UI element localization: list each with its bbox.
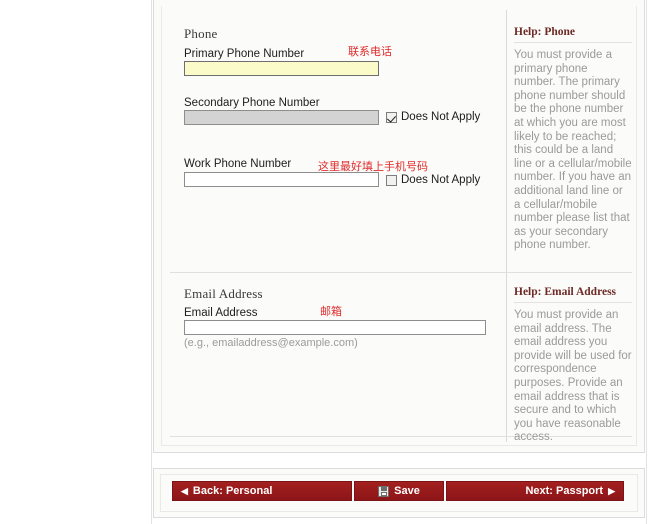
navigation-card: ◀ Back: Personal Save Next: Passport ▶	[153, 468, 645, 518]
back-arrow-icon: ◀	[181, 485, 188, 496]
work-does-not-apply-checkbox[interactable]	[386, 174, 397, 186]
application-root: Phone Primary Phone Number 联系电话 Secondar…	[0, 0, 670, 524]
work-phone-input[interactable]	[184, 172, 379, 187]
back-button[interactable]: ◀ Back: Personal	[172, 481, 352, 501]
help-phone-title: Help: Phone	[514, 26, 576, 38]
work-phone-does-not-apply-row[interactable]: Does Not Apply	[386, 174, 480, 186]
form-card-inner: Phone Primary Phone Number 联系电话 Secondar…	[161, 6, 637, 446]
help-email-title: Help: Email Address	[514, 286, 617, 298]
secondary-phone-input[interactable]	[184, 110, 379, 125]
form-card: Phone Primary Phone Number 联系电话 Secondar…	[153, 0, 645, 453]
phone-section-title: Phone	[184, 26, 218, 41]
primary-phone-input[interactable]	[184, 61, 379, 76]
save-button[interactable]: Save	[354, 481, 444, 501]
email-address-input[interactable]	[184, 320, 486, 335]
secondary-phone-label: Secondary Phone Number	[184, 97, 320, 109]
back-button-label: Back: Personal	[192, 485, 273, 497]
form-help-divider	[506, 10, 507, 442]
email-address-hint: (e.g., emailaddress@example.com)	[184, 337, 358, 349]
floppy-disk-icon	[378, 485, 390, 497]
navigation-button-group: ◀ Back: Personal Save Next: Passport ▶	[172, 481, 624, 501]
help-email-body: You must provide an email address. The e…	[514, 309, 632, 444]
help-email-rule	[514, 302, 632, 303]
email-section-title: Email Address	[184, 286, 263, 301]
secondary-does-not-apply-label: Does Not Apply	[401, 111, 481, 123]
section-divider-phone-email	[170, 272, 632, 273]
work-does-not-apply-label: Does Not Apply	[401, 174, 481, 186]
help-phone-rule	[514, 42, 632, 43]
next-arrow-icon: ▶	[608, 485, 615, 496]
email-address-annotation: 邮箱	[320, 305, 342, 318]
work-phone-label: Work Phone Number	[184, 158, 292, 170]
secondary-does-not-apply-checkbox[interactable]	[386, 111, 397, 123]
save-button-label: Save	[394, 485, 420, 497]
next-button[interactable]: Next: Passport ▶	[446, 481, 624, 501]
email-address-label: Email Address	[184, 307, 258, 319]
primary-phone-annotation: 联系电话	[348, 45, 392, 58]
next-button-label: Next: Passport	[525, 485, 604, 497]
help-phone-body: You must provide a primary phone number.…	[514, 49, 632, 252]
secondary-phone-does-not-apply-row[interactable]: Does Not Apply	[386, 111, 480, 123]
primary-phone-label: Primary Phone Number	[184, 48, 305, 60]
